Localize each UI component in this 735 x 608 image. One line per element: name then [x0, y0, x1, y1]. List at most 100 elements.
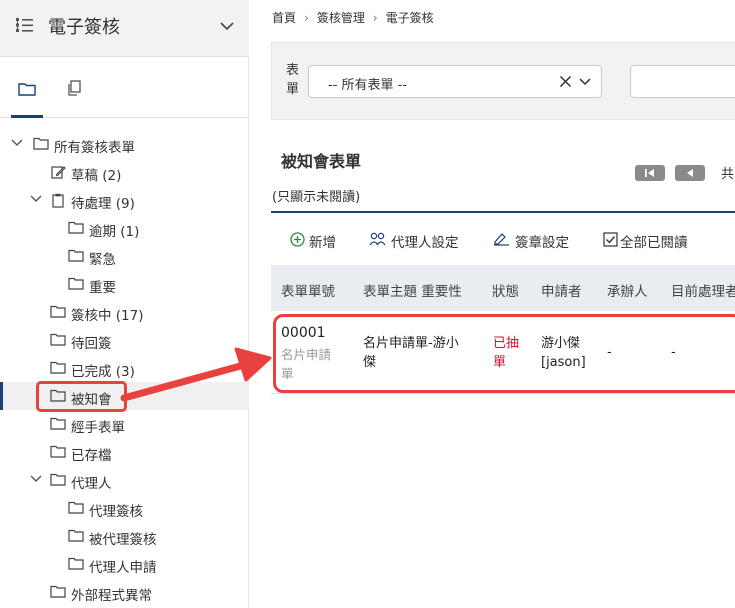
tree-item-in-review[interactable]: 簽核中 (17)	[0, 298, 249, 326]
sidebar-header[interactable]: 電子簽核	[0, 0, 249, 57]
tree-item-label: 外部程式異常	[71, 588, 152, 604]
tree-item-overdue[interactable]: 逾期 (1)	[0, 214, 249, 242]
list-note: (只顯示未閱讀)	[272, 190, 361, 205]
tree-item-handled[interactable]: 經手表單	[0, 410, 249, 438]
table-header: 表單單號 表單主題 重要性 狀態 申請者 承辦人 目前處理者	[271, 265, 735, 311]
main-content: 首頁 › 簽核管理 › 電子簽核 表單 -- 所有表單 -- 被知會表單 (只顯示未閱讀…	[250, 0, 735, 608]
tree-item-being-agent[interactable]: 被代理簽核	[0, 522, 249, 550]
tree-item-external-error[interactable]: 外部程式異常	[0, 578, 249, 606]
breadcrumb-sign-manage[interactable]: 簽核管理	[317, 11, 365, 25]
chevron-right-icon: ›	[372, 11, 378, 25]
first-page-button[interactable]	[635, 165, 665, 181]
tree-item-agent-apply[interactable]: 代理人申請	[0, 550, 249, 578]
tree-item-label: 待回簽	[71, 336, 112, 352]
folder-icon	[50, 473, 66, 486]
tree-item-label: 待處理 (9)	[71, 196, 135, 212]
highlight-sidebar-annotation	[36, 381, 127, 412]
form-select[interactable]: -- 所有表單 --	[308, 65, 602, 98]
folder-icon	[68, 277, 84, 290]
tree-item-completed[interactable]: 已完成 (3)	[0, 354, 249, 382]
tree-item-label: 所有簽核表單	[54, 140, 135, 156]
tree-item-label: 已完成 (3)	[71, 364, 135, 380]
folder-icon	[33, 137, 49, 150]
form-select-value: -- 所有表單 --	[328, 78, 408, 93]
folder-icon	[68, 529, 84, 542]
toolbar: 新增 代理人設定 簽章設定 全部已閱讀	[271, 211, 735, 265]
plus-circle-icon	[290, 232, 305, 247]
tree-item-archived[interactable]: 已存檔	[0, 438, 249, 466]
folder-icon	[50, 585, 66, 598]
tree-item-label: 簽核中 (17)	[71, 308, 144, 324]
tree-item-pending[interactable]: 待處理 (9)	[0, 186, 249, 214]
clear-icon[interactable]	[559, 75, 572, 88]
page-total: 共	[721, 167, 735, 182]
folder-icon	[68, 249, 84, 262]
agent-settings-button[interactable]: 代理人設定	[369, 231, 459, 251]
list-title: 被知會表單	[281, 152, 362, 171]
mark-all-read-button[interactable]: 全部已閱讀	[603, 231, 688, 251]
folder-icon	[50, 417, 66, 430]
tree-item-important[interactable]: 重要	[0, 270, 249, 298]
tree-item-label: 緊急	[89, 252, 116, 268]
chevron-down-icon[interactable]	[11, 139, 23, 147]
triangle-left-icon	[687, 169, 693, 177]
filter-panel: 表單 -- 所有表單 --	[271, 42, 735, 120]
copy-document-icon	[68, 80, 81, 96]
sidebar: 電子簽核 所有簽核表單 草稿 (2) 待處理 (9) 逾期 (1) 緊急 重要 …	[0, 0, 249, 608]
tree-menu-icon	[16, 18, 33, 32]
column-header-status[interactable]: 狀態	[492, 280, 519, 300]
filter-label: 表單	[286, 63, 300, 97]
tree-item-agent-sign[interactable]: 代理簽核	[0, 494, 249, 522]
tree-item-draft[interactable]: 草稿 (2)	[0, 158, 249, 186]
chevron-right-icon: ›	[304, 11, 309, 25]
folder-icon	[50, 361, 66, 374]
clipboard-icon	[52, 193, 64, 208]
sidebar-title: 電子簽核	[48, 17, 120, 38]
tree-item-label: 逾期 (1)	[89, 224, 140, 240]
tree-item-label: 經手表單	[71, 420, 125, 436]
tree-item-label: 已存檔	[71, 448, 112, 464]
tree-item-urgent[interactable]: 緊急	[0, 242, 249, 270]
tree-item-label: 代理人申請	[89, 560, 157, 576]
highlight-row-annotation	[273, 314, 735, 393]
selected-indicator	[0, 382, 3, 410]
tree-item-agent[interactable]: 代理人	[0, 466, 249, 494]
search-input[interactable]	[630, 65, 735, 98]
add-button[interactable]: 新增	[290, 231, 336, 251]
chevron-down-icon[interactable]	[579, 78, 591, 86]
column-header-current-handler[interactable]: 目前處理者	[671, 280, 735, 300]
folder-icon	[18, 83, 36, 96]
prev-page-button[interactable]	[675, 165, 705, 181]
folder-icon	[68, 557, 84, 570]
folder-icon	[68, 221, 84, 234]
breadcrumb-home[interactable]: 首頁	[272, 11, 296, 25]
users-icon	[369, 232, 386, 246]
column-header-handler[interactable]: 承辦人	[607, 280, 648, 300]
tree-item-label: 草稿 (2)	[71, 168, 122, 184]
folder-icon	[50, 305, 66, 318]
signature-icon	[494, 233, 509, 246]
sidebar-tabs	[0, 58, 249, 118]
chevron-down-icon[interactable]	[220, 22, 234, 31]
folder-icon	[50, 333, 66, 346]
tree-item-label: 重要	[89, 280, 116, 296]
chevron-down-icon[interactable]	[30, 195, 42, 203]
edit-icon	[51, 166, 66, 179]
tree-item-label: 代理簽核	[89, 504, 143, 520]
tab-folders[interactable]	[7, 58, 47, 118]
breadcrumb: 首頁 › 簽核管理 › 電子簽核	[272, 9, 434, 26]
column-header-subject[interactable]: 表單主題 重要性	[363, 280, 462, 300]
tree-item-all-forms[interactable]: 所有簽核表單	[0, 130, 249, 158]
tree-item-await-reply[interactable]: 待回簽	[0, 326, 249, 354]
tree-item-label: 被代理簽核	[89, 532, 157, 548]
tab-documents[interactable]	[55, 58, 95, 118]
skip-first-icon	[645, 169, 654, 177]
checkbox-checked-icon	[603, 232, 618, 247]
signature-settings-button[interactable]: 簽章設定	[493, 231, 569, 251]
column-header-applicant[interactable]: 申請者	[541, 280, 582, 300]
column-header-form-no[interactable]: 表單單號	[281, 280, 335, 300]
folder-icon	[68, 501, 84, 514]
tree-item-label: 代理人	[71, 476, 112, 492]
chevron-down-icon[interactable]	[30, 475, 42, 483]
breadcrumb-current: 電子簽核	[385, 11, 434, 25]
